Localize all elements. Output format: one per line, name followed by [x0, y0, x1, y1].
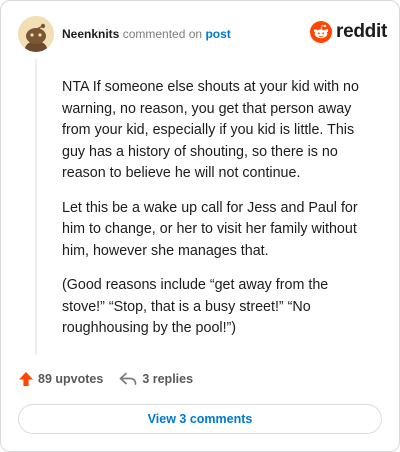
reddit-logo[interactable]: reddit: [310, 21, 387, 43]
post-link[interactable]: post: [205, 27, 230, 41]
snoo-avatar-icon: [18, 16, 54, 52]
thread-line[interactable]: [35, 59, 37, 355]
username-link[interactable]: Neenknits: [62, 27, 119, 41]
comment-header: Neenknits commented on post: [62, 27, 231, 41]
upvote-count: 89 upvotes: [38, 372, 104, 386]
upvote-arrow-icon: [19, 372, 33, 386]
comment-paragraph: (Good reasons include “get away from the…: [62, 277, 329, 336]
upvote-button[interactable]: 89 upvotes: [18, 371, 103, 387]
reddit-snoo-icon: [310, 21, 332, 43]
comment-paragraph: Let this be a wake up call for Jess and …: [62, 199, 358, 259]
comment-footer: 89 upvotes 3 replies: [18, 371, 193, 387]
comment-body: NTA If someone else shouts at your kid w…: [62, 77, 372, 353]
comment-card: Neenknits commented on post reddit NTA I…: [0, 0, 400, 452]
user-avatar[interactable]: [18, 16, 54, 52]
replies-button[interactable]: 3 replies: [119, 372, 193, 386]
replies-count: 3 replies: [142, 372, 194, 386]
commented-on-text: commented on: [122, 27, 203, 41]
view-comments-button[interactable]: View 3 comments: [18, 404, 382, 434]
comment-paragraph: NTA If someone else shouts at your kid w…: [62, 79, 359, 181]
reddit-wordmark: reddit: [336, 21, 387, 42]
reply-arrow-icon: [119, 372, 137, 385]
